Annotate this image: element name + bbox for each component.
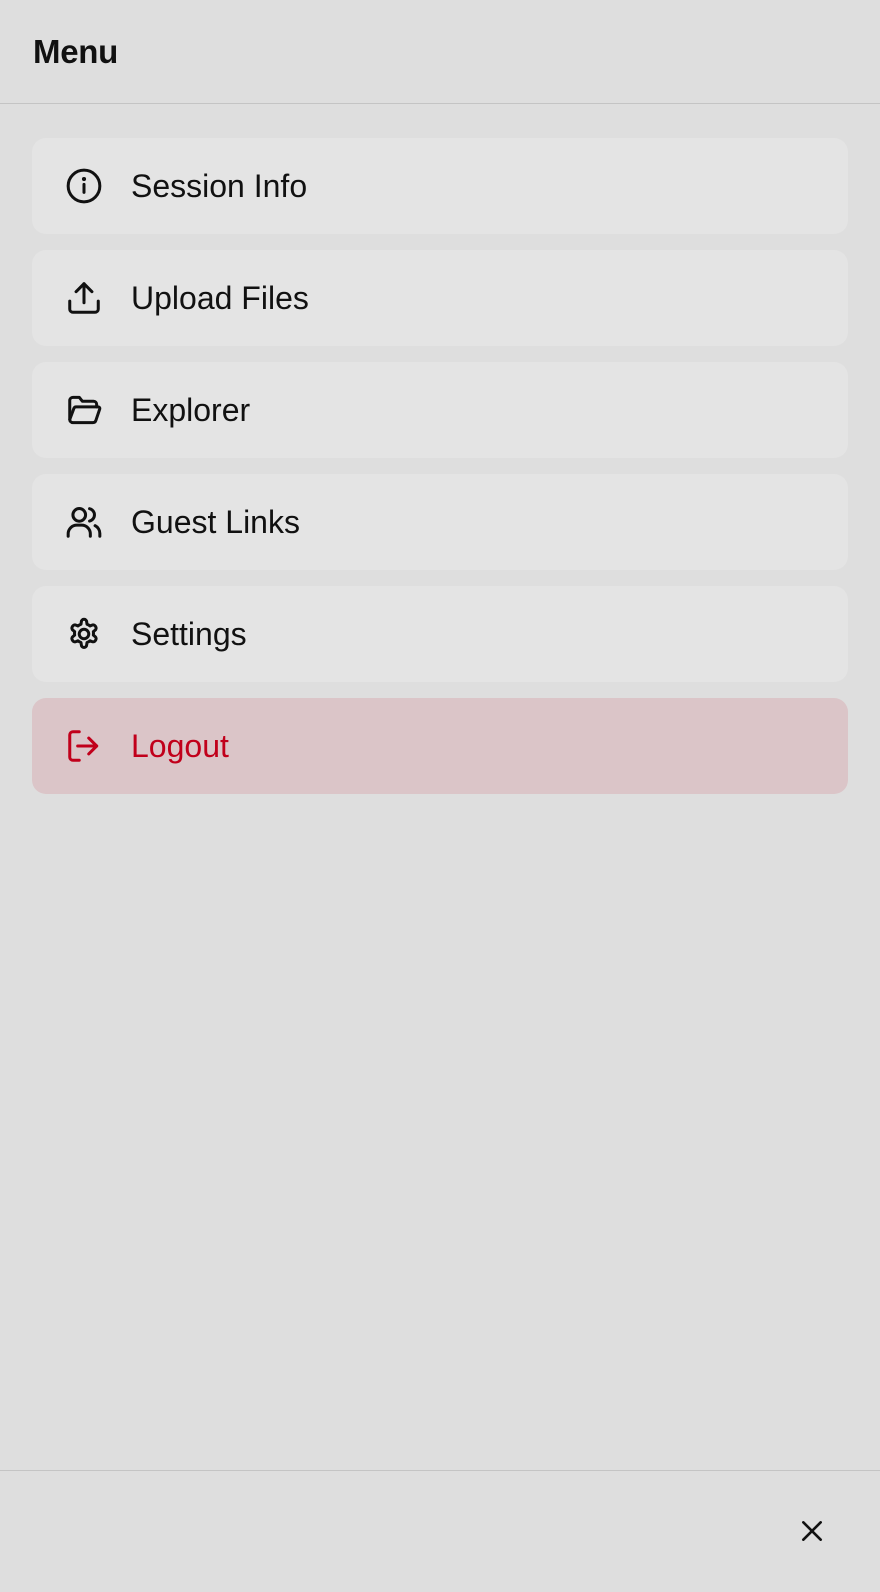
close-icon xyxy=(802,1521,822,1541)
menu-item-label: Logout xyxy=(131,727,229,764)
menu-item-label: Upload Files xyxy=(131,279,309,316)
menu-item-settings[interactable]: Settings xyxy=(32,586,848,682)
close-button[interactable] xyxy=(792,1511,832,1551)
menu-list: Session Info Upload Files Explorer Guest… xyxy=(0,104,880,794)
menu-item-label: Guest Links xyxy=(131,503,300,540)
page-title: Menu xyxy=(33,32,118,70)
menu-panel: Menu Session Info Upload Files Explorer … xyxy=(0,0,880,1592)
upload-icon xyxy=(65,279,103,317)
logout-icon xyxy=(65,727,103,765)
gear-icon xyxy=(65,615,103,653)
menu-item-upload-files[interactable]: Upload Files xyxy=(32,250,848,346)
menu-item-label: Explorer xyxy=(131,391,251,428)
menu-item-label: Settings xyxy=(131,615,247,652)
info-circle-icon xyxy=(65,167,103,205)
menu-item-label: Session Info xyxy=(131,167,308,204)
menu-header: Menu xyxy=(0,0,880,104)
users-icon xyxy=(65,503,103,541)
folder-open-icon xyxy=(65,391,103,429)
menu-item-logout[interactable]: Logout xyxy=(32,698,848,794)
menu-item-guest-links[interactable]: Guest Links xyxy=(32,474,848,570)
menu-item-session-info[interactable]: Session Info xyxy=(32,138,848,234)
menu-footer xyxy=(0,1470,880,1592)
menu-item-explorer[interactable]: Explorer xyxy=(32,362,848,458)
